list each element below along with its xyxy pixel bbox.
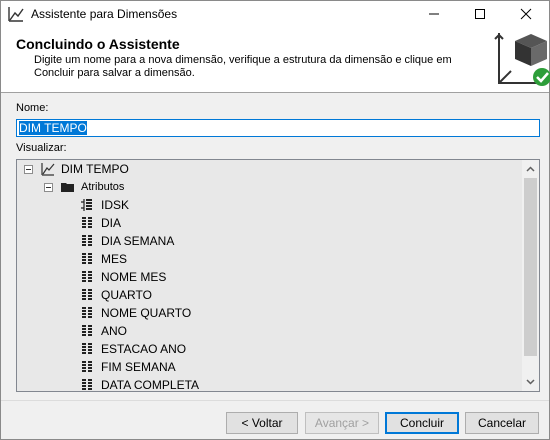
attribute-icon: [82, 343, 92, 354]
wizard-header: Concluindo o Assistente Digite um nome p…: [1, 27, 550, 93]
dimension-name-input[interactable]: DIM TEMPO: [16, 119, 540, 137]
scrollbar-thumb[interactable]: [524, 178, 537, 356]
attribute-icon: [82, 325, 92, 336]
attribute-icon: [82, 361, 92, 372]
attribute-icon: [82, 217, 92, 228]
page-title: Concluindo o Assistente: [16, 36, 180, 52]
minimize-icon: [429, 13, 439, 15]
dimension-preview-tree[interactable]: DIM TEMPO Atributos IDSK DIA DIA SEMANA ME…: [16, 159, 540, 392]
vertical-scrollbar[interactable]: [522, 160, 539, 391]
tree-attribute-label: DIA SEMANA: [101, 234, 175, 248]
tree-attribute-label: ANO: [101, 324, 128, 338]
key-attribute-icon: [81, 199, 92, 211]
maximize-button[interactable]: [457, 1, 503, 27]
tree-attribute-label: MES: [101, 252, 128, 266]
minimize-button[interactable]: [411, 1, 457, 27]
scroll-down-arrow-icon[interactable]: [526, 377, 535, 386]
attribute-icon: [82, 307, 92, 318]
maximize-icon: [475, 9, 485, 19]
preview-label: Visualizar:: [16, 142, 67, 154]
attribute-icon: [82, 379, 92, 390]
tree-attribute-label: IDSK: [101, 198, 130, 212]
next-button[interactable]: Avançar >: [305, 412, 379, 434]
finish-button[interactable]: Concluir: [385, 412, 459, 434]
back-button[interactable]: < Voltar: [226, 412, 298, 434]
page-description: Digite um nome para a nova dimensão, ver…: [34, 54, 452, 79]
attribute-icon: [82, 289, 92, 300]
tree-attribute-label: ESTACAO ANO: [101, 342, 187, 356]
close-button[interactable]: [503, 1, 549, 27]
tree-attribute-label: FIM SEMANA: [101, 360, 176, 374]
collapse-icon[interactable]: [44, 183, 53, 192]
attribute-icon: [82, 235, 92, 246]
attribute-icon: [82, 271, 92, 282]
close-icon: [520, 8, 532, 20]
dimension-wizard-app-icon: [8, 7, 24, 22]
cancel-button[interactable]: Cancelar: [465, 412, 539, 434]
wizard-window: Assistente para Dimensões Concluindo o A…: [0, 0, 550, 440]
dimension-icon: [41, 163, 55, 176]
scroll-up-arrow-icon[interactable]: [526, 165, 535, 174]
title-bar[interactable]: Assistente para Dimensões: [1, 1, 549, 27]
tree-attribute-label: QUARTO: [101, 288, 152, 302]
tree-attribute-label: DATA COMPLETA: [101, 378, 200, 392]
collapse-icon[interactable]: [24, 165, 33, 174]
footer-divider: [1, 400, 549, 401]
tree-attribute-label: DIA: [101, 216, 122, 230]
tree-attribute-label: NOME QUARTO: [101, 306, 192, 320]
name-input-value: DIM TEMPO: [19, 121, 87, 135]
folder-icon: [61, 183, 74, 192]
tree-folder-label: Atributos: [81, 181, 125, 193]
tree-attribute-label: NOME MES: [101, 270, 167, 284]
name-label: Nome:: [16, 102, 49, 114]
window-title: Assistente para Dimensões: [31, 7, 178, 21]
tree-root-label: DIM TEMPO: [61, 162, 129, 176]
attribute-icon: [82, 253, 92, 264]
dimension-cube-check-icon: [494, 33, 550, 86]
